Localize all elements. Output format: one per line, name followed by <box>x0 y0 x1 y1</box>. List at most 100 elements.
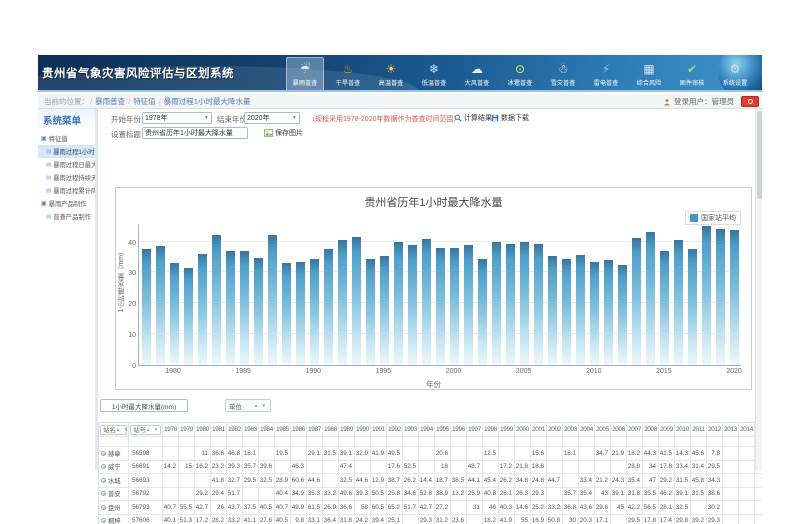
year-column-header[interactable]: 1982 <box>227 423 243 436</box>
tree-item[interactable]: ▤暴雨过程日最大降水量 <box>38 158 95 171</box>
year-column-header[interactable]: 1983 <box>243 423 259 436</box>
logout-button[interactable] <box>741 96 759 107</box>
year-column-header[interactable]: 1992 <box>387 423 403 436</box>
year-column-header[interactable]: 2009 <box>659 423 675 436</box>
year-column-header[interactable]: 1987 <box>307 423 323 436</box>
value-cell: 46.8 <box>227 447 243 460</box>
toolbar-item-wind[interactable]: ☁大风普查 <box>458 57 496 91</box>
save-image-button[interactable]: 保存图片 <box>264 128 303 138</box>
year-column-header[interactable]: 2000 <box>515 423 531 436</box>
year-column-header[interactable]: 2010 <box>675 423 691 436</box>
value-cell <box>307 461 323 474</box>
tree-item[interactable]: ▤暴雨过程1小时最大降水量 <box>38 145 95 158</box>
end-year-select[interactable]: 2020年 ▼ <box>244 112 300 124</box>
year-column-header[interactable]: 1998 <box>483 423 499 436</box>
toolbar-item-rainstorm[interactable]: ☔暴雨普查 <box>286 57 324 91</box>
year-column-header[interactable]: 1986 <box>291 423 307 436</box>
toolbar-item-risk[interactable]: ▦综合风险 <box>630 57 668 91</box>
toolbar-item-high-temp[interactable]: ☀高温普查 <box>372 57 410 91</box>
year-column-header[interactable]: 2006 <box>611 423 627 436</box>
tree-item[interactable]: ▤暴雨过程持续天数 <box>38 171 95 184</box>
year-column-header[interactable]: 1980 <box>195 423 211 436</box>
row-select-radio[interactable] <box>101 478 106 483</box>
year-column-header[interactable]: 1988 <box>323 423 339 436</box>
row-select-radio[interactable] <box>101 505 106 510</box>
breadcrumb-item[interactable]: 暴雨普查 <box>95 97 125 106</box>
toolbar-item-label: 高温普查 <box>379 77 404 87</box>
year-column-header[interactable]: 1993 <box>403 423 419 436</box>
tree-item[interactable]: ▤暴雨过程累计降水量 <box>38 184 95 197</box>
chart-title-input[interactable] <box>142 127 248 139</box>
year-column-header[interactable]: 2012 <box>707 423 723 436</box>
value-cell: 17.8 <box>643 515 659 524</box>
row-select-radio[interactable] <box>101 491 106 496</box>
metric-filter-box[interactable]: 1小时最大降水量(mm) <box>100 399 188 412</box>
year-column-header[interactable]: 1995 <box>435 423 451 436</box>
year-column-header[interactable]: 1996 <box>451 423 467 436</box>
row-select-radio[interactable] <box>101 518 106 523</box>
year-column-header[interactable]: 2011 <box>691 423 707 436</box>
toolbar-item-map-review[interactable]: ✔图件审核 <box>673 57 711 91</box>
year-column-header[interactable]: 1990 <box>355 423 371 436</box>
year-column-header[interactable]: 2003 <box>563 423 579 436</box>
data-download-button[interactable]: 数据下载 <box>491 113 529 123</box>
year-column-header[interactable]: 2008 <box>643 423 659 436</box>
year-column-header[interactable]: 2014 <box>739 423 755 436</box>
table-header-row: 站名▲ ▼站号▲ ▼197819791980198119821983198419… <box>99 423 762 437</box>
tree-group-0[interactable]: ▣特征值 <box>38 132 95 145</box>
calc-results-button[interactable]: 计算结果 <box>454 113 492 123</box>
year-column-header[interactable]: 1997 <box>467 423 483 436</box>
value-cell <box>403 447 419 460</box>
toolbar-item-low-temp[interactable]: ❄低温普查 <box>415 57 453 91</box>
unit-sort-control[interactable]: 单位 ▲ ▼ <box>225 399 271 412</box>
toolbar-item-snow[interactable]: ☃雪灾普查 <box>544 57 582 91</box>
tree-item-label: 暴雨过程持续天数 <box>53 173 95 182</box>
tree-group-1[interactable]: ▣暴雨产品制作 <box>38 197 95 210</box>
value-cell: 28.2 <box>211 515 227 524</box>
chart-bar <box>702 226 711 365</box>
start-year-select[interactable]: 1978年 ▼ <box>142 112 212 124</box>
year-column-header[interactable]: 2001 <box>531 423 547 436</box>
scrollbar-thumb[interactable] <box>757 111 762 199</box>
year-column-header[interactable]: 1994 <box>419 423 435 436</box>
year-column-header[interactable]: 1999 <box>499 423 515 436</box>
station-name-header-box[interactable]: 站名▲ ▼ <box>100 425 127 435</box>
chart-bar <box>436 248 445 365</box>
value-cell: 35.3 <box>307 488 323 501</box>
value-cell: 24.3 <box>611 474 627 487</box>
value-cell: 35.5 <box>643 488 659 501</box>
filter-cell <box>451 437 467 446</box>
tree-item-label: 暴雨过程日最大降水量 <box>53 160 95 169</box>
year-column-header[interactable]: 2013 <box>723 423 739 436</box>
toolbar-item-hail[interactable]: ⊙冰雹普查 <box>501 57 539 91</box>
value-cell: 30.2 <box>707 501 723 514</box>
year-column-header[interactable]: 1979 <box>179 423 195 436</box>
toolbar-item-drought[interactable]: ♨干旱普查 <box>329 57 367 91</box>
breadcrumb-item[interactable]: 特征值 <box>133 97 156 106</box>
value-cell: 31.2 <box>435 515 451 524</box>
chart-bar <box>394 242 403 365</box>
year-column-header[interactable]: 1985 <box>275 423 291 436</box>
station-name: 水城 <box>108 476 121 485</box>
year-column-header[interactable]: 2005 <box>595 423 611 436</box>
year-column-header[interactable]: 1989 <box>339 423 355 436</box>
toolbar-item-settings[interactable]: ⚙系统设置 <box>716 57 754 91</box>
year-column-header[interactable]: 2004 <box>579 423 595 436</box>
year-column-header[interactable]: 1981 <box>211 423 227 436</box>
value-cell: 36.6 <box>339 501 355 514</box>
breadcrumb-item[interactable]: 暴雨过程1小时最大降水量 <box>164 97 251 106</box>
toolbar-item-lightning[interactable]: ⚡雷电普查 <box>587 57 625 91</box>
year-column-header[interactable]: 1991 <box>371 423 387 436</box>
value-cell <box>739 515 755 524</box>
station-id-header-box[interactable]: 站号▲ ▼ <box>130 425 160 435</box>
year-column-header[interactable]: 1984 <box>259 423 275 436</box>
year-column-header[interactable]: 2007 <box>627 423 643 436</box>
save-image-label: 保存图片 <box>275 128 303 138</box>
row-select-radio[interactable] <box>101 464 106 469</box>
year-column-header[interactable]: 1978 <box>163 423 179 436</box>
station-name-cell: 水城 <box>99 474 129 487</box>
tree-item[interactable]: ▤普查产品制作 <box>38 210 95 223</box>
year-column-header[interactable]: 2002 <box>547 423 563 436</box>
value-cell <box>483 461 499 474</box>
row-select-radio[interactable] <box>101 451 106 456</box>
